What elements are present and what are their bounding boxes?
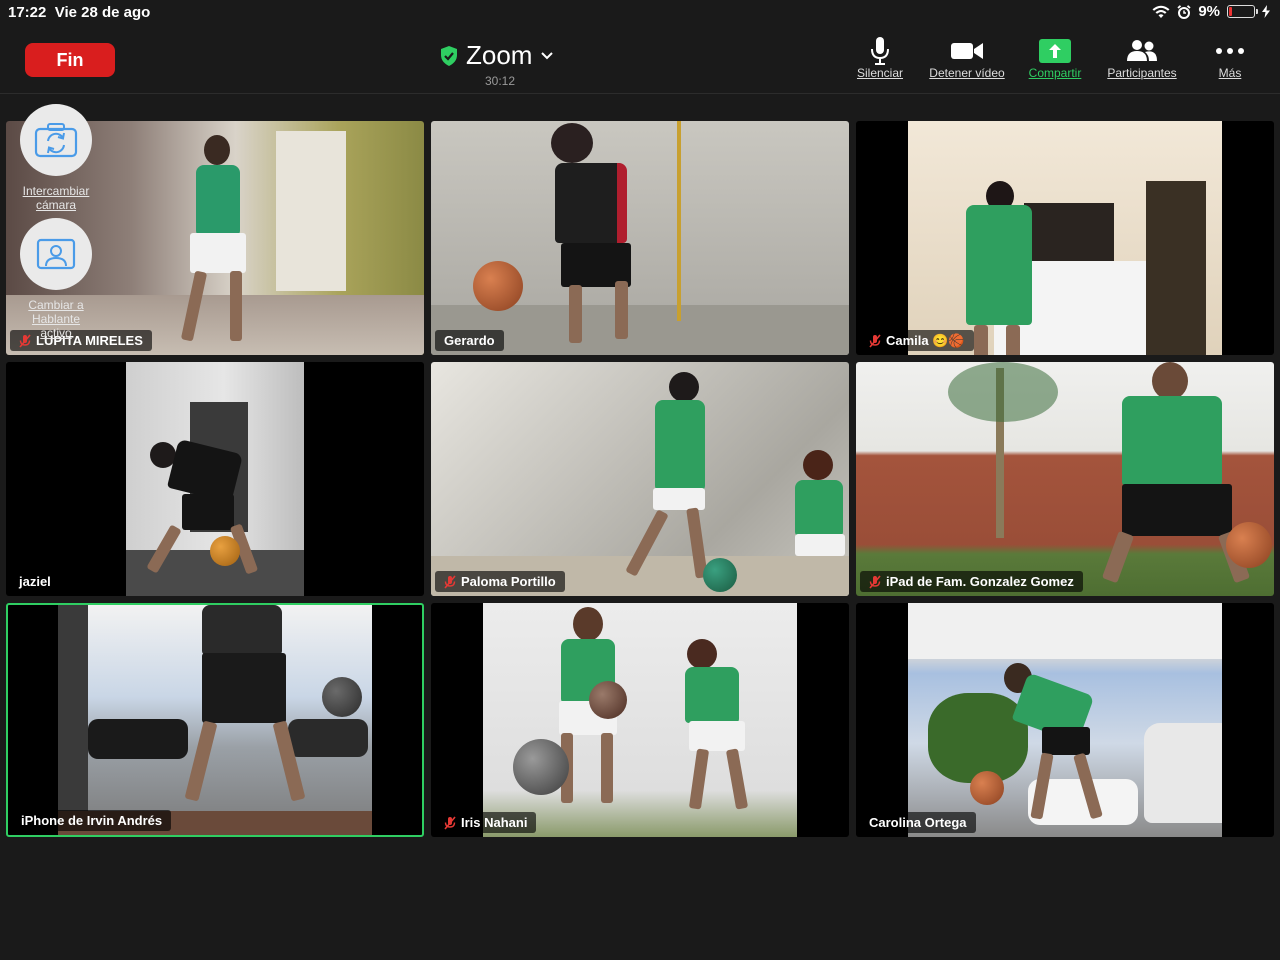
participant-name: jaziel [19,574,51,589]
switch-speaker-view-button[interactable] [20,218,92,290]
more-button[interactable]: Más [1208,36,1252,80]
charging-icon [1262,5,1270,18]
participant-name: Gerardo [444,333,495,348]
status-time-date: 17:22 Vie 28 de ago [8,4,151,21]
video-tile-active-speaker[interactable]: iPhone de Irvin Andrés [6,603,424,837]
video-camera-icon [951,43,983,59]
share-button[interactable]: Compartir [1024,36,1086,80]
share-screen-icon [1039,39,1071,63]
participants-button[interactable]: Participantes [1100,36,1184,80]
video-feed [431,121,849,355]
participant-name-tag: Camila 😊🏀 [860,330,974,351]
share-label: Compartir [1028,66,1082,80]
participant-name: Iris Nahani [461,815,528,830]
participant-name: Camila 😊🏀 [886,332,965,348]
video-feed [908,121,1222,355]
video-tile[interactable]: Carolina Ortega [856,603,1274,837]
video-tile[interactable]: Iris Nahani [431,603,849,837]
video-feed [58,605,372,835]
participant-name-tag: jaziel [10,571,60,592]
participant-name-tag: Iris Nahani [435,812,537,833]
shield-check-icon [441,45,457,66]
switch-camera-label[interactable]: Intercambiar cámara [16,184,96,212]
switch-speaker-view-label[interactable]: Cambiar a Hablante activo [16,298,96,340]
participant-name: iPhone de Irvin Andrés [21,813,163,828]
meeting-timer: 30:12 [485,74,516,88]
status-right: 9% [1152,3,1270,20]
participant-name-tag: iPhone de Irvin Andrés [12,810,172,831]
wifi-icon [1152,5,1170,18]
video-feed [856,362,1274,596]
participant-name-tag: Paloma Portillo [435,571,565,592]
alarm-icon [1177,4,1191,19]
video-tile[interactable]: Paloma Portillo [431,362,849,596]
video-tile[interactable]: iPad de Fam. Gonzalez Gomez [856,362,1274,596]
meeting-toolbar: Fin Zoom 30:12 Silenciar Detener vídeo C… [0,26,1280,94]
status-bar: 17:22 Vie 28 de ago 9% [0,0,1280,26]
chevron-down-icon [541,52,554,60]
meeting-title[interactable]: Zoom [440,40,554,71]
battery-icon [1227,5,1258,18]
video-tile[interactable]: Camila 😊🏀 [856,121,1274,355]
microphone-icon [871,37,889,65]
meeting-title-text: Zoom [466,40,533,70]
stop-video-label: Detener vídeo [929,66,1005,80]
switch-camera-button[interactable] [20,104,92,176]
mute-label: Silenciar [856,66,904,80]
video-feed [431,362,849,596]
participant-name-tag: Gerardo [435,330,504,351]
participants-label: Participantes [1107,66,1177,80]
stop-video-button[interactable]: Detener vídeo [924,36,1010,80]
video-feed [483,603,797,837]
muted-mic-icon [444,815,456,830]
video-feed [908,603,1222,837]
speaker-view-icon [36,238,76,270]
video-tile[interactable]: Gerardo [431,121,849,355]
video-tile[interactable]: jaziel [6,362,424,596]
muted-mic-icon [869,574,881,589]
camera-switch-icon [34,123,78,158]
participant-name: iPad de Fam. Gonzalez Gomez [886,574,1074,589]
muted-mic-icon [869,333,881,348]
end-meeting-button[interactable]: Fin [25,43,115,77]
more-icon [1216,48,1244,54]
more-label: Más [1218,66,1242,80]
participant-name-tag: iPad de Fam. Gonzalez Gomez [860,571,1083,592]
participant-name: Paloma Portillo [461,574,556,589]
camera-controls: Intercambiar cámara Cambiar a Hablante a… [16,104,96,340]
participants-icon [1127,40,1157,61]
battery-percent: 9% [1198,3,1220,20]
mute-button[interactable]: Silenciar [852,36,908,80]
muted-mic-icon [444,574,456,589]
participant-name: Carolina Ortega [869,815,967,830]
video-feed [126,362,304,596]
participant-name-tag: Carolina Ortega [860,812,976,833]
